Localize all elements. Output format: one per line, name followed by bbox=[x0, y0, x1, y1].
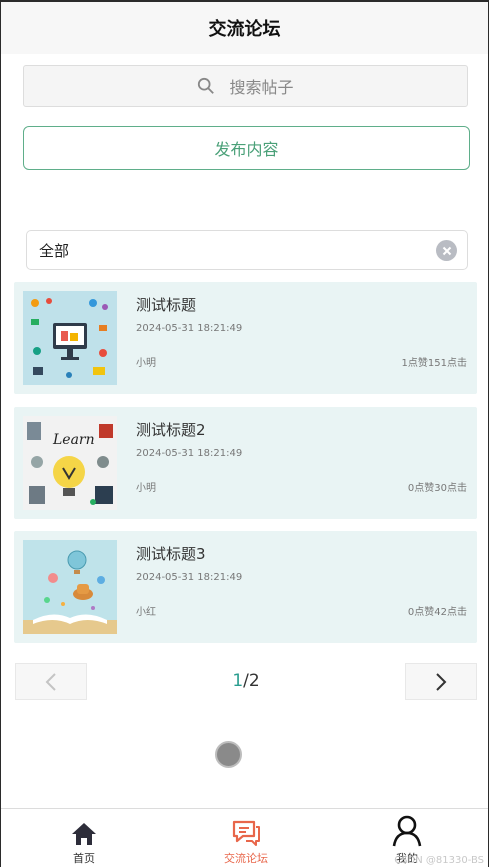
svg-text:Learn: Learn bbox=[52, 432, 95, 448]
search-input[interactable]: 搜索帖子 bbox=[23, 65, 468, 107]
next-page-button[interactable] bbox=[405, 663, 477, 700]
tab-forum[interactable]: 交流论坛 bbox=[196, 809, 296, 867]
page-title-text: 交流论坛 bbox=[208, 19, 281, 40]
page-title: 交流论坛 bbox=[1, 2, 488, 54]
post-card[interactable]: 测试标题 2024-05-31 18:21:49 小明 1点赞151点击 bbox=[14, 282, 477, 394]
tab-home-label: 首页 bbox=[73, 852, 95, 865]
search-icon bbox=[198, 77, 215, 94]
post-thumbnail: Learn bbox=[23, 416, 117, 510]
search-placeholder: 搜索帖子 bbox=[229, 78, 294, 97]
category-filter-field[interactable]: 全部 bbox=[26, 230, 468, 270]
post-author: 小红 bbox=[136, 607, 156, 618]
post-stats: 0点赞42点击 bbox=[407, 607, 467, 618]
user-icon bbox=[392, 815, 422, 847]
post-author: 小明 bbox=[136, 358, 156, 369]
post-thumbnail bbox=[23, 291, 117, 385]
chat-icon bbox=[232, 820, 260, 846]
tab-forum-label: 交流论坛 bbox=[224, 852, 268, 865]
home-icon bbox=[72, 823, 96, 845]
bottom-tab-bar: 首页 交流论坛 我的 CSDN @81330-BS bbox=[1, 808, 488, 867]
floating-button[interactable] bbox=[215, 741, 242, 768]
post-title: 测试标题3 bbox=[136, 545, 206, 563]
post-thumbnail bbox=[23, 540, 117, 634]
chevron-right-icon bbox=[436, 672, 447, 691]
post-date: 2024-05-31 18:21:49 bbox=[136, 448, 243, 459]
tab-home[interactable]: 首页 bbox=[34, 809, 134, 867]
post-date: 2024-05-31 18:21:49 bbox=[136, 572, 243, 583]
post-author: 小明 bbox=[136, 483, 156, 494]
publish-button[interactable]: 发布内容 bbox=[23, 126, 470, 170]
publish-button-label: 发布内容 bbox=[214, 140, 279, 159]
clear-icon[interactable] bbox=[436, 240, 457, 261]
post-title: 测试标题 bbox=[136, 296, 197, 314]
watermark: CSDN @81330-BS bbox=[394, 855, 484, 866]
total-pages: /2 bbox=[243, 671, 260, 691]
post-card[interactable]: Learn 测试标题2 2024-05-31 18:21:49 小明 0点赞30… bbox=[14, 407, 477, 519]
post-stats: 1点赞151点击 bbox=[401, 358, 467, 369]
category-filter-value: 全部 bbox=[39, 241, 70, 260]
page-indicator: 1/2 bbox=[201, 671, 291, 691]
chevron-left-icon bbox=[45, 672, 56, 691]
post-stats: 0点赞30点击 bbox=[407, 483, 467, 494]
phone-frame: 交流论坛 搜索帖子 发布内容 全部 测试标题 2024-05-31 18:21:… bbox=[0, 0, 489, 867]
post-card[interactable]: 测试标题3 2024-05-31 18:21:49 小红 0点赞42点击 bbox=[14, 531, 477, 643]
current-page: 1 bbox=[232, 671, 244, 691]
post-date: 2024-05-31 18:21:49 bbox=[136, 323, 243, 334]
prev-page-button[interactable] bbox=[15, 663, 87, 700]
post-title: 测试标题2 bbox=[136, 421, 206, 439]
